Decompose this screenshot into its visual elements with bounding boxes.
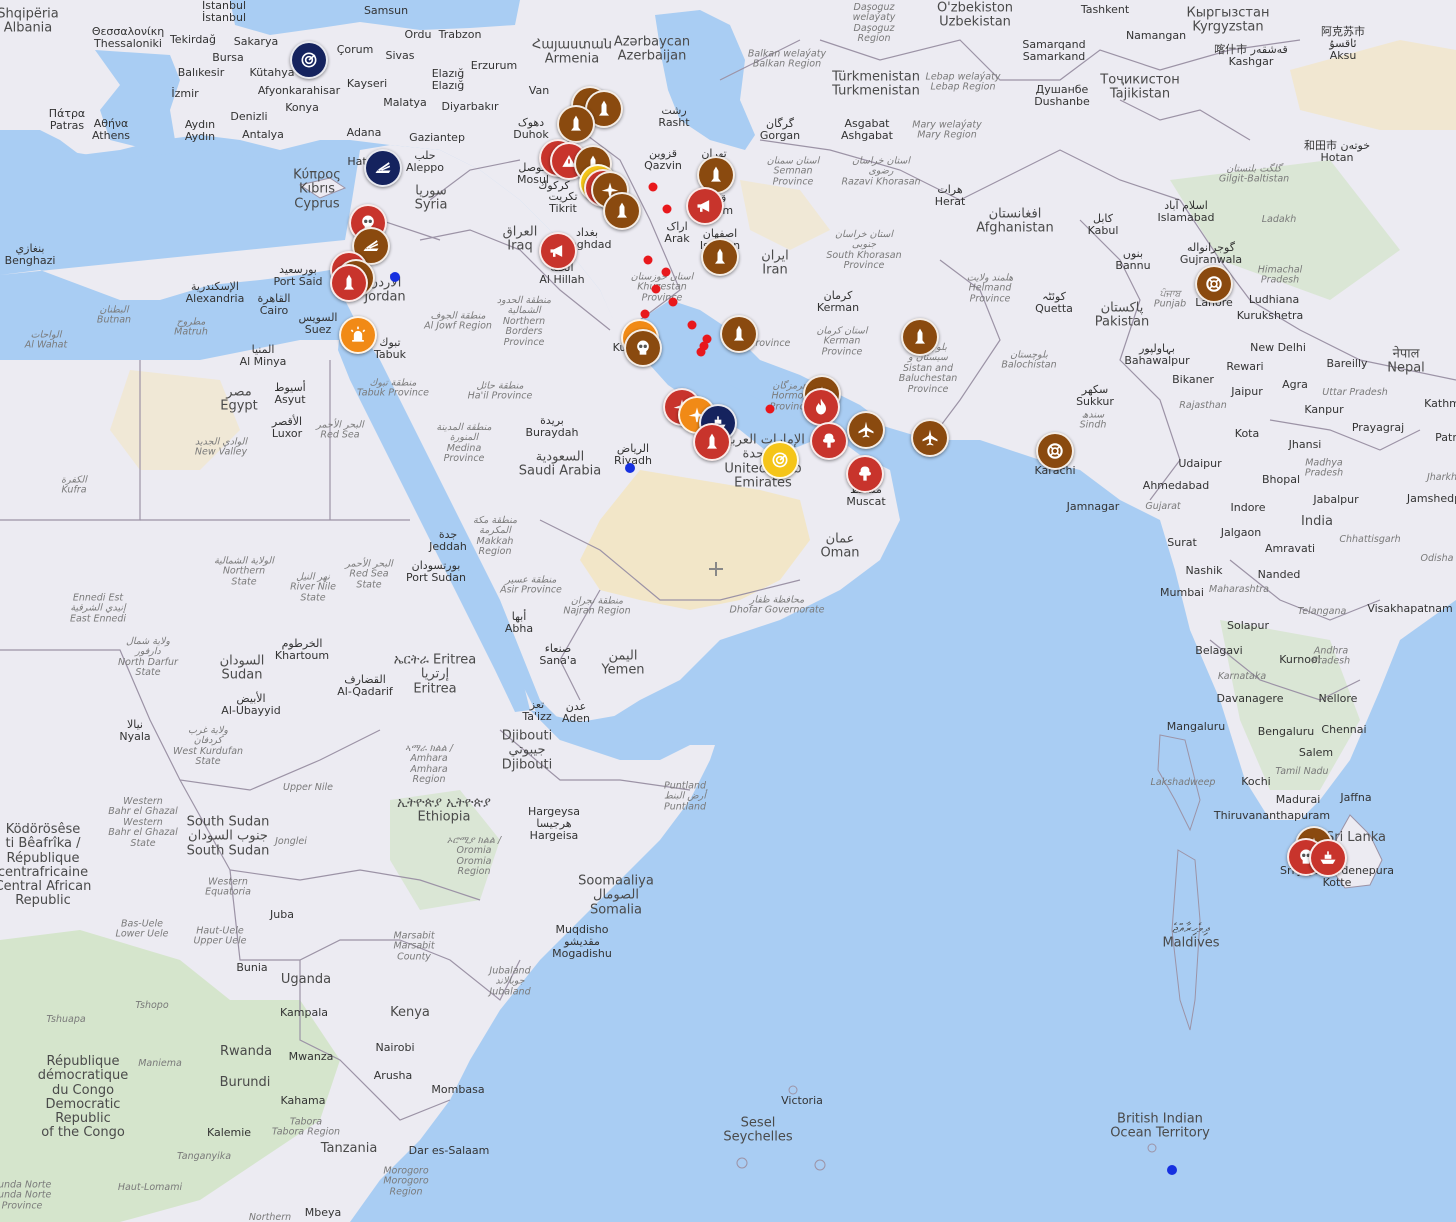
lifebuoy-icon (1047, 443, 1063, 459)
event-marker-lifebuoy[interactable] (1195, 265, 1233, 303)
red-event-dot[interactable] (765, 404, 775, 414)
event-marker-ship[interactable] (1309, 839, 1347, 877)
event-marker-explosion[interactable] (810, 422, 848, 460)
missile-icon (617, 202, 627, 218)
event-marker-missile[interactable] (901, 318, 939, 356)
red-event-dot[interactable] (696, 347, 706, 357)
missile-icon (599, 100, 609, 116)
jet-icon (858, 421, 874, 438)
event-marker-radar[interactable] (290, 41, 328, 79)
skull-icon (637, 340, 649, 355)
jet-icon (922, 429, 938, 446)
radar-icon (772, 452, 788, 468)
event-marker-missile[interactable] (603, 192, 641, 230)
event-marker-megaphone[interactable] (539, 232, 577, 270)
event-marker-alarm[interactable] (339, 316, 377, 354)
blue-event-dot[interactable] (625, 463, 635, 473)
blue-event-dot[interactable] (390, 272, 400, 282)
ship-icon (1320, 851, 1336, 864)
explosion-icon (823, 433, 835, 448)
radar-icon (301, 52, 317, 68)
red-event-dot[interactable] (643, 255, 653, 265)
event-marker-megaphone[interactable] (686, 187, 724, 225)
event-marker-missile[interactable] (693, 423, 731, 461)
event-marker-missile[interactable] (720, 315, 758, 353)
missile-launcher-icon (375, 162, 391, 173)
missile-icon (734, 325, 744, 341)
red-event-dot[interactable] (640, 309, 650, 319)
event-marker-jet[interactable] (911, 419, 949, 457)
event-marker-missile[interactable] (330, 264, 368, 302)
event-marker-missile[interactable] (701, 238, 739, 276)
red-event-dot[interactable] (668, 297, 678, 307)
red-event-dot[interactable] (651, 284, 661, 294)
missile-icon (915, 328, 925, 344)
event-marker-fire[interactable] (802, 388, 840, 426)
missile-launcher-icon (363, 240, 379, 251)
alarm-icon (350, 326, 366, 342)
megaphone-icon (550, 245, 563, 257)
map-center-crosshair (709, 562, 723, 576)
event-marker-lifebuoy[interactable] (1036, 432, 1074, 470)
missile-icon (707, 433, 717, 449)
event-marker-missile-launcher[interactable] (364, 149, 402, 187)
red-event-dot[interactable] (648, 182, 658, 192)
map-view[interactable]: Shqipëria Albania İstanbul İstanbul Samsun Θε… (0, 0, 1456, 1222)
lifebuoy-icon (1206, 276, 1222, 292)
red-event-dot[interactable] (662, 204, 672, 214)
event-marker-skull[interactable] (624, 329, 662, 367)
explosion-icon (859, 466, 871, 481)
missile-icon (571, 115, 581, 131)
missile-icon (711, 166, 721, 182)
missile-icon (344, 274, 354, 290)
event-marker-jet[interactable] (847, 411, 885, 449)
event-marker-missile[interactable] (557, 105, 595, 143)
megaphone-icon (697, 200, 710, 212)
fire-icon (816, 398, 826, 415)
blue-event-dot[interactable] (1167, 1165, 1177, 1175)
missile-icon (715, 248, 725, 264)
red-event-dot[interactable] (661, 267, 671, 277)
red-event-dot[interactable] (687, 320, 697, 330)
event-marker-explosion[interactable] (846, 455, 884, 493)
event-marker-radar[interactable] (761, 441, 799, 479)
